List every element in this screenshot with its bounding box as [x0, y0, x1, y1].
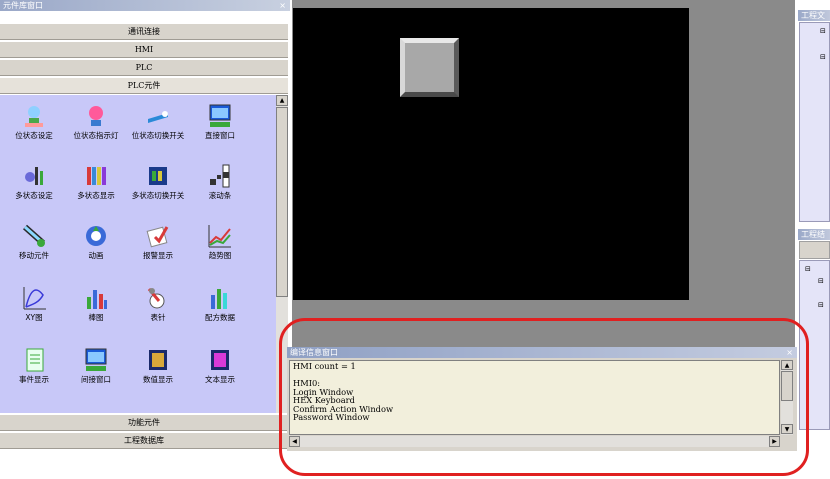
- recipe-icon: [207, 285, 233, 311]
- scrollbar-icon: [207, 163, 233, 189]
- project-structure-title: 工程结: [801, 230, 825, 239]
- scroll-up-arrow-icon[interactable]: ▲: [276, 95, 288, 106]
- item-multi-state-set[interactable]: 多状态设定: [0, 163, 68, 200]
- item-trend-chart[interactable]: 趋势图: [186, 223, 254, 260]
- xy-chart-icon: [21, 285, 47, 311]
- component-grid: 位状态设定 位状态指示灯 位状态切换开关 直接窗口 多状态设定 多状态显示 多状…: [0, 95, 276, 413]
- item-text-display[interactable]: 文本显示: [186, 347, 254, 384]
- project-structure-toolbar: [799, 241, 830, 259]
- multi-state-icon: [21, 163, 47, 189]
- category-plc[interactable]: PLC: [0, 59, 288, 76]
- project-file-title: 工程文: [801, 11, 825, 20]
- item-scrollbar[interactable]: 滚动条: [186, 163, 254, 200]
- item-animation[interactable]: 动画: [62, 223, 130, 260]
- tree-collapse-icon[interactable]: ⊟: [818, 277, 824, 285]
- text-icon: [207, 347, 233, 373]
- multi-switch-icon: [145, 163, 171, 189]
- lamp-icon: [83, 103, 109, 129]
- category-hmi[interactable]: HMI: [0, 41, 288, 58]
- hmi-screen-canvas[interactable]: [293, 8, 689, 300]
- trend-icon: [207, 223, 233, 249]
- item-event-display[interactable]: 事件显示: [0, 347, 68, 384]
- item-recipe-data[interactable]: 配方数据: [186, 285, 254, 322]
- move-icon: [21, 223, 47, 249]
- item-bar-chart[interactable]: 棒图: [62, 285, 130, 322]
- tree-collapse-icon[interactable]: ⊟: [820, 53, 826, 61]
- scroll-thumb[interactable]: [276, 107, 288, 297]
- project-structure-titlebar: 工程结: [798, 229, 830, 240]
- tree-collapse-icon[interactable]: ⊟: [818, 301, 824, 309]
- item-meter[interactable]: 表针: [124, 285, 192, 322]
- component-library-titlebar: 元件库窗口 ×: [0, 0, 290, 11]
- event-icon: [21, 347, 47, 373]
- tree-collapse-icon[interactable]: ⊟: [820, 27, 826, 35]
- bar-chart-icon: [83, 285, 109, 311]
- tree-collapse-icon[interactable]: ⊟: [805, 265, 811, 273]
- project-file-titlebar: 工程文: [798, 10, 830, 21]
- canvas-button-element[interactable]: [400, 38, 459, 97]
- item-bit-state-set[interactable]: 位状态设定: [0, 103, 68, 140]
- category-project-database[interactable]: 工程数据库: [0, 432, 288, 449]
- meter-icon: [145, 285, 171, 311]
- item-direct-window[interactable]: 直接窗口: [186, 103, 254, 140]
- item-bit-state-lamp[interactable]: 位状态指示灯: [62, 103, 130, 140]
- switch-icon: [145, 103, 171, 129]
- window-icon: [207, 103, 233, 129]
- component-library-title: 元件库窗口: [3, 1, 43, 10]
- item-multi-state-display[interactable]: 多状态显示: [62, 163, 130, 200]
- item-bit-state-switch[interactable]: 位状态切换开关: [124, 103, 192, 140]
- item-xy-chart[interactable]: XY图: [0, 285, 68, 322]
- close-icon[interactable]: ×: [279, 0, 286, 11]
- alarm-icon: [145, 223, 171, 249]
- indirect-window-icon: [83, 347, 109, 373]
- category-plc-elements[interactable]: PLC元件: [0, 77, 288, 94]
- category-communication[interactable]: 通讯连接: [0, 23, 288, 40]
- project-file-tree[interactable]: ⊟ ⊟: [799, 22, 830, 222]
- bulb-icon: [21, 103, 47, 129]
- number-icon: [145, 347, 171, 373]
- item-alarm-display[interactable]: 报警显示: [124, 223, 192, 260]
- item-indirect-window[interactable]: 间接窗口: [62, 347, 130, 384]
- item-multi-state-switch[interactable]: 多状态切换开关: [124, 163, 192, 200]
- item-number-display[interactable]: 数值显示: [124, 347, 192, 384]
- annotation-highlight-oval: [279, 318, 809, 476]
- category-function-elements[interactable]: 功能元件: [0, 414, 288, 431]
- bars-icon: [83, 163, 109, 189]
- animation-icon: [83, 223, 109, 249]
- item-move-element[interactable]: 移动元件: [0, 223, 68, 260]
